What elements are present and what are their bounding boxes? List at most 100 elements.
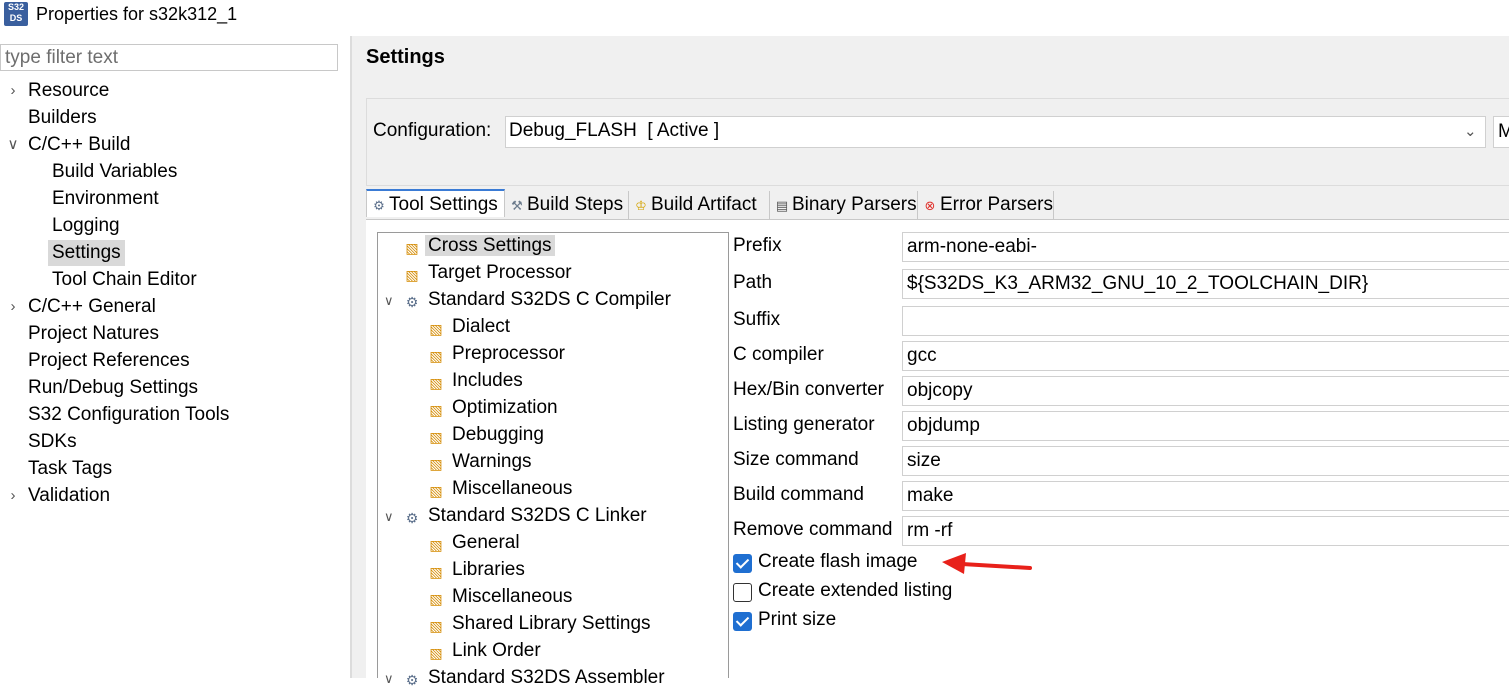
path-field[interactable]: ${S32DS_K3_ARM32_GNU_10_2_TOOLCHAIN_DIR} [902, 269, 1509, 299]
tool-tree-item[interactable]: ▧ Debugging [428, 422, 547, 448]
tool-tree-label: Miscellaneous [452, 478, 573, 499]
app-logo-icon: S32 DS [4, 2, 28, 26]
configuration-value[interactable]: Debug_FLASH [ Active ] [509, 120, 719, 142]
folder-icon: ▧ [405, 267, 419, 283]
nav-item-logging[interactable]: Logging [48, 213, 124, 239]
folder-icon: ▧ [429, 591, 443, 607]
chevron-down-icon[interactable]: ∨ [384, 293, 394, 309]
tab-binary-parsers[interactable]: ▤ Binary Parsers [770, 191, 918, 219]
listing-generator-field[interactable]: objdump [902, 411, 1509, 441]
window-title: Properties for s32k312_1 [36, 4, 238, 24]
folder-icon: ▧ [405, 240, 419, 256]
create-flash-image-label[interactable]: Create flash image [758, 551, 917, 573]
chevron-right-icon[interactable]: › [7, 488, 19, 503]
tool-tree-label: Miscellaneous [452, 586, 573, 607]
create-extended-listing-label[interactable]: Create extended listing [758, 580, 952, 602]
hex-bin-converter-field[interactable]: objcopy [902, 376, 1509, 406]
size-command-field[interactable]: size [902, 446, 1509, 476]
tool-tree-label: General [452, 532, 520, 553]
tool-tree-item[interactable]: ▧ Dialect [428, 314, 513, 340]
prefix-label: Prefix [733, 235, 782, 256]
tab-label: Build Artifact [651, 194, 757, 215]
suffix-field[interactable] [902, 306, 1509, 336]
nav-item-resource[interactable]: Resource [24, 78, 113, 104]
tool-tree-item[interactable]: ▧ Shared Library Settings [428, 611, 654, 637]
nav-item-run-debug-settings[interactable]: Run/Debug Settings [24, 375, 202, 401]
c-compiler-field[interactable]: gcc [902, 341, 1509, 371]
tool-tree-item[interactable]: ▧ Includes [428, 368, 526, 394]
tool-tree-item[interactable]: ▧ Optimization [428, 395, 561, 421]
tool-tree-label: Warnings [452, 451, 532, 472]
tool-tree-item[interactable]: ⚙ Standard S32DS Assembler [404, 665, 668, 691]
chevron-right-icon[interactable]: › [7, 299, 19, 314]
remove-command-label: Remove command [733, 519, 893, 540]
folder-icon: ▧ [429, 618, 443, 634]
nav-item-s32-configuration-tools[interactable]: S32 Configuration Tools [24, 402, 233, 428]
nav-item-settings[interactable]: Settings [48, 240, 125, 266]
chevron-down-icon[interactable]: ∨ [7, 137, 19, 152]
print-size-label[interactable]: Print size [758, 609, 836, 631]
tab-error-parsers[interactable]: ⊗ Error Parsers [918, 191, 1054, 219]
chevron-down-icon[interactable]: ∨ [384, 509, 394, 525]
folder-icon: ▧ [429, 348, 443, 364]
size-command-label: Size command [733, 449, 859, 470]
filter-input[interactable] [0, 44, 338, 71]
nav-item-sdks[interactable]: SDKs [24, 429, 81, 455]
nav-item-environment[interactable]: Environment [48, 186, 163, 212]
path-label: Path [733, 272, 773, 293]
nav-item-project-natures[interactable]: Project Natures [24, 321, 163, 347]
manage-configurations-button[interactable]: M [1493, 116, 1509, 148]
tool-tree-item[interactable]: ⚙ Standard S32DS C Compiler [404, 287, 674, 313]
tool-tree-label: Dialect [452, 316, 511, 337]
tool-tree-label: Target Processor [428, 262, 572, 283]
tool-tree-item[interactable]: ▧ Target Processor [404, 260, 575, 286]
c-compiler-label: C compiler [733, 344, 824, 365]
nav-item-c-c-build[interactable]: C/C++ Build [24, 132, 134, 158]
tab-build-steps[interactable]: ⚒ Build Steps [505, 191, 629, 219]
chevron-right-icon[interactable]: › [7, 83, 19, 98]
nav-item-c-c-general[interactable]: C/C++ General [24, 294, 160, 320]
tab-label: Tool Settings [389, 194, 498, 215]
nav-item-builders[interactable]: Builders [24, 105, 101, 131]
build-command-label: Build command [733, 484, 864, 505]
folder-icon: ▧ [429, 429, 443, 445]
hex-bin-converter-label: Hex/Bin converter [733, 379, 885, 400]
tool-tree-item[interactable]: ▧ Link Order [428, 638, 544, 664]
create-extended-listing-checkbox[interactable] [733, 583, 752, 602]
nav-item-validation[interactable]: Validation [24, 483, 114, 509]
tab-tool-settings[interactable]: ⚙ Tool Settings [366, 189, 505, 217]
tool-tree-item[interactable]: ▧ Preprocessor [428, 341, 568, 367]
remove-command-field[interactable]: rm -rf [902, 516, 1509, 546]
tab-label: Build Steps [527, 194, 624, 215]
create-flash-image-checkbox[interactable] [733, 554, 752, 573]
gear-icon: ⚙ [405, 294, 419, 310]
tool-tree-item[interactable]: ⚙ Standard S32DS C Linker [404, 503, 650, 529]
page-title: Settings [366, 46, 445, 68]
build-command-field[interactable]: make [902, 481, 1509, 511]
tool-tree-item[interactable]: ▧ General [428, 530, 523, 556]
nav-item-build-variables[interactable]: Build Variables [48, 159, 181, 185]
gear-icon: ⚙ [405, 510, 419, 526]
chevron-down-icon[interactable]: ⌄ [1464, 122, 1477, 140]
chevron-down-icon[interactable]: ∨ [384, 671, 394, 687]
annotation-arrow-shaft [960, 562, 1032, 570]
nav-item-project-references[interactable]: Project References [24, 348, 194, 374]
nav-item-task-tags[interactable]: Task Tags [24, 456, 116, 482]
configuration-label: Configuration: [373, 120, 492, 141]
folder-icon: ▧ [429, 483, 443, 499]
tool-tree-label: Optimization [452, 397, 558, 418]
tool-tree-label: Shared Library Settings [452, 613, 651, 634]
tab-label: Error Parsers [940, 194, 1053, 215]
folder-icon: ▧ [429, 321, 443, 337]
tool-tree-label: Link Order [452, 640, 541, 661]
tab-build-artifact[interactable]: ♔ Build Artifact [629, 191, 770, 219]
prefix-field[interactable]: arm-none-eabi- [902, 232, 1509, 262]
tool-tree-item[interactable]: ▧ Warnings [428, 449, 535, 475]
nav-item-tool-chain-editor[interactable]: Tool Chain Editor [48, 267, 201, 293]
tool-settings-tree[interactable]: ▧ Cross Settings ▧ Target Processor ∨ ⚙ Standa… [377, 232, 729, 688]
tool-tree-item[interactable]: ▧ Miscellaneous [428, 584, 575, 610]
print-size-checkbox[interactable] [733, 612, 752, 631]
tool-tree-item[interactable]: ▧ Cross Settings [404, 233, 555, 259]
tool-tree-item[interactable]: ▧ Libraries [428, 557, 528, 583]
tool-tree-item[interactable]: ▧ Miscellaneous [428, 476, 575, 502]
